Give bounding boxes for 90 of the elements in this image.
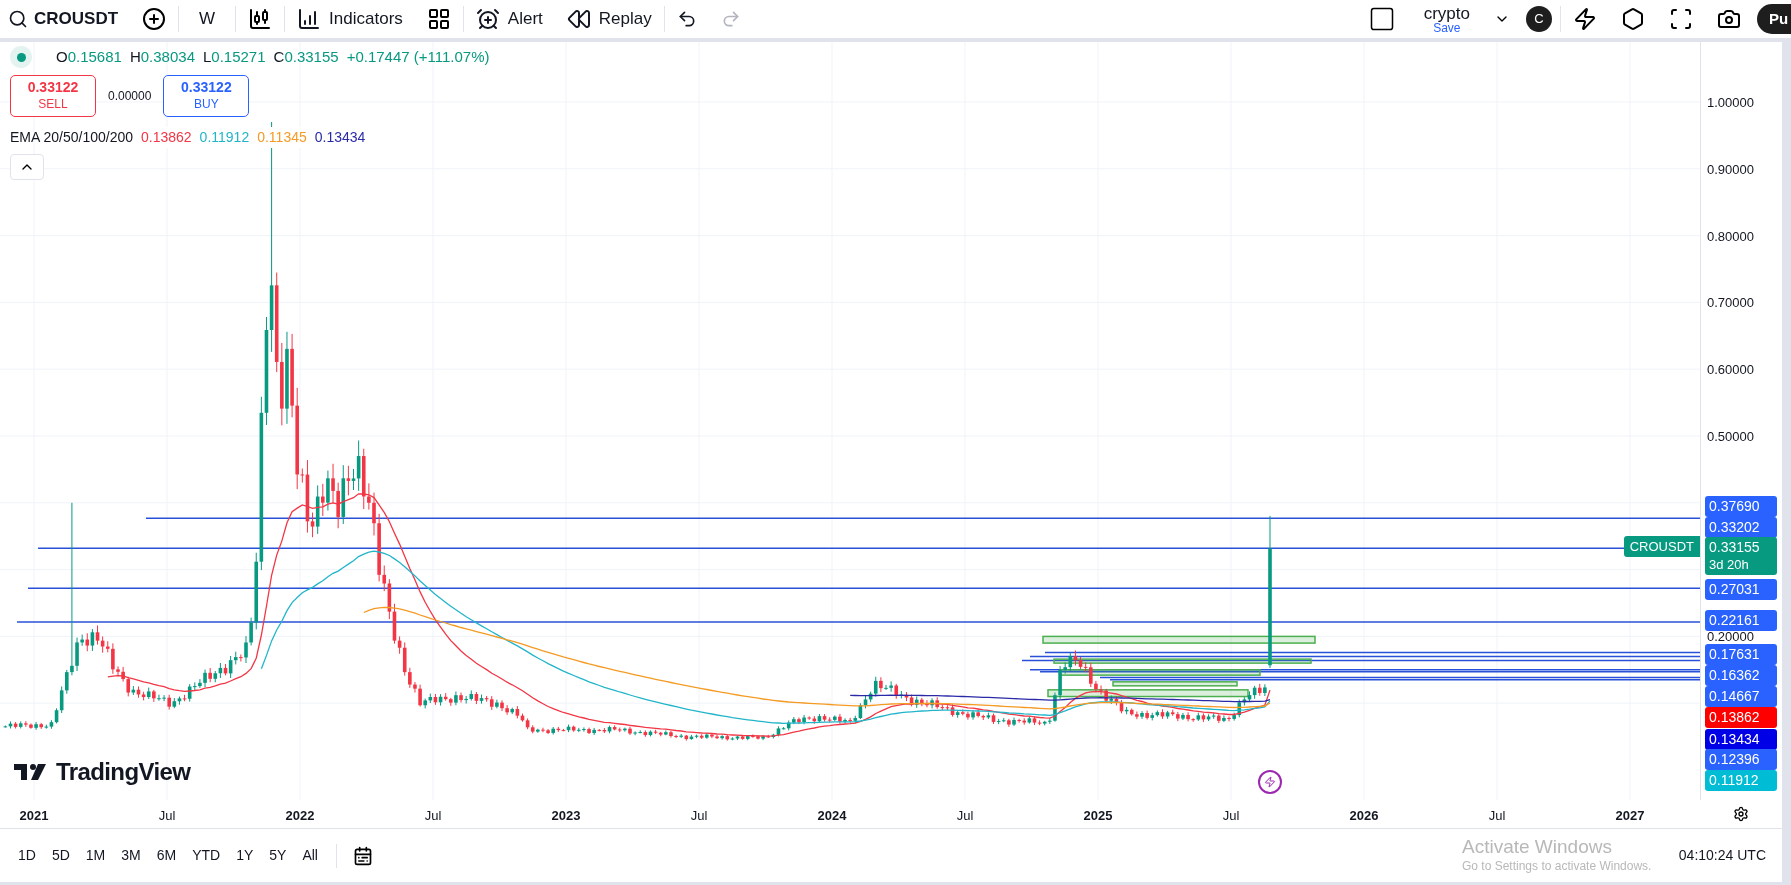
save-label: Save [1433, 21, 1461, 34]
range-button[interactable]: 5Y [263, 840, 293, 871]
price-axis-label: 1.00000 [1707, 96, 1754, 109]
time-axis-label: 2024 [817, 807, 847, 825]
activation-notice-title: Activate Windows [1462, 835, 1613, 859]
symbol-tag: CROUSDT [1623, 536, 1700, 557]
lightning-icon [1573, 7, 1597, 31]
buy-price: 0.33122 [181, 79, 232, 97]
ohlc-value: 0.15271 [211, 47, 266, 67]
price-tag: 0.12396 [1705, 748, 1777, 770]
price-tag: 0.14667 [1705, 685, 1777, 707]
time-axis-label: Jul [158, 807, 176, 825]
price-tag: 0.11912 [1705, 769, 1777, 791]
price-axis-label: 0.60000 [1707, 363, 1754, 377]
indicators-button[interactable]: Indicators [285, 0, 415, 38]
plus-circle-icon [142, 7, 167, 31]
time-axis-label: Jul [424, 807, 442, 825]
ohlc-key: O [56, 46, 68, 69]
price-tag: 0.13862 [1705, 706, 1777, 728]
range-button[interactable]: YTD [186, 840, 227, 871]
range-button[interactable]: 6M [150, 840, 183, 871]
range-button[interactable]: 3M [115, 840, 147, 871]
publish-button[interactable]: Pu [1757, 4, 1791, 34]
undo-icon [676, 9, 697, 29]
spread-value: 0.00000 [107, 87, 153, 105]
ohlc-value: 0.33155 [284, 47, 339, 67]
range-button[interactable]: All [296, 840, 324, 871]
price-tag: 0.13434 [1705, 728, 1777, 750]
interval-button[interactable]: W [179, 0, 236, 38]
price-tag: 0.22161 [1705, 609, 1777, 631]
logo-text: TradingView [56, 757, 191, 787]
rewind-icon [566, 7, 591, 31]
time-axis-label: 2023 [551, 807, 581, 825]
user-avatar[interactable]: C [1526, 6, 1552, 32]
search-icon [8, 9, 28, 29]
price-axis-label: 0.80000 [1707, 229, 1754, 243]
range-button[interactable]: 5D [45, 840, 76, 871]
time-axis-label: 2027 [1615, 807, 1645, 825]
indicator-value: 0.11345 [257, 126, 307, 148]
sell-button[interactable]: 0.33122 SELL [10, 74, 96, 117]
candlestick-icon [248, 7, 273, 31]
collapse-legend-button[interactable] [10, 153, 44, 180]
price-tag: 0.33202 [1705, 516, 1777, 538]
symbol-search-button[interactable]: CROUSDT [0, 0, 131, 38]
price-axis-label: 0.70000 [1707, 296, 1754, 310]
sell-price: 0.33122 [27, 79, 79, 97]
ohlc-key: L [203, 46, 212, 69]
sell-label: SELL [38, 96, 68, 112]
buy-button[interactable]: 0.33122 BUY [163, 74, 250, 117]
price-change: +0.17447 (+111.07%) [346, 47, 490, 67]
price-tag: 0.37690 [1705, 495, 1777, 517]
time-axis-label: Jul [1222, 807, 1240, 825]
price-tag: 0.27031 [1705, 578, 1777, 600]
ohlc-key: H [129, 46, 141, 69]
alarm-plus-icon [475, 7, 500, 31]
fullscreen-icon [1669, 7, 1693, 31]
time-axis-label: Jul [956, 807, 974, 825]
time-axis-label: Jul [1488, 807, 1506, 825]
grid-icon [426, 7, 451, 31]
replay-button[interactable]: Replay [554, 0, 664, 38]
ohlc-key: C [273, 46, 285, 69]
clock-text: 04:10:24 UTC [1678, 846, 1767, 865]
range-button[interactable]: 1Y [230, 840, 260, 871]
last-price: 0.33155 [1709, 539, 1761, 557]
time-axis-label: Jul [690, 807, 708, 825]
price-axis-label: 0.20000 [1707, 630, 1754, 644]
price-tag: 0.16362 [1705, 664, 1777, 686]
buy-label: BUY [194, 96, 219, 112]
layout-name-button[interactable]: crypto Save [1407, 4, 1486, 34]
time-axis-label: 2022 [285, 807, 315, 825]
indicator-value: 0.13862 [141, 126, 192, 148]
indicator-name: EMA 20/50/100/200 [10, 127, 133, 147]
bar-countdown: 3d 20h [1709, 556, 1750, 573]
layout-name: crypto [1423, 4, 1470, 22]
ohlc-value: 0.15681 [67, 47, 122, 67]
calendar-icon [353, 845, 373, 866]
activation-notice-text: Go to Settings to activate Windows. [1462, 858, 1652, 874]
time-axis-label: 2026 [1349, 807, 1379, 825]
time-axis-label: 2025 [1083, 807, 1113, 825]
price-axis-label: 0.90000 [1707, 162, 1754, 176]
range-button[interactable]: 1D [12, 840, 42, 871]
logo-icon [14, 762, 48, 782]
range-button[interactable]: 1M [79, 840, 112, 871]
alert-button[interactable]: Alert [463, 0, 555, 38]
time-axis-label: 2021 [19, 807, 49, 825]
price-axis-label: 0.50000 [1707, 430, 1754, 443]
camera-icon [1717, 7, 1741, 31]
price-tag: 0.17631 [1705, 643, 1777, 665]
bar-chart-icon [297, 7, 322, 31]
ohlc-value: 0.38034 [140, 47, 195, 67]
